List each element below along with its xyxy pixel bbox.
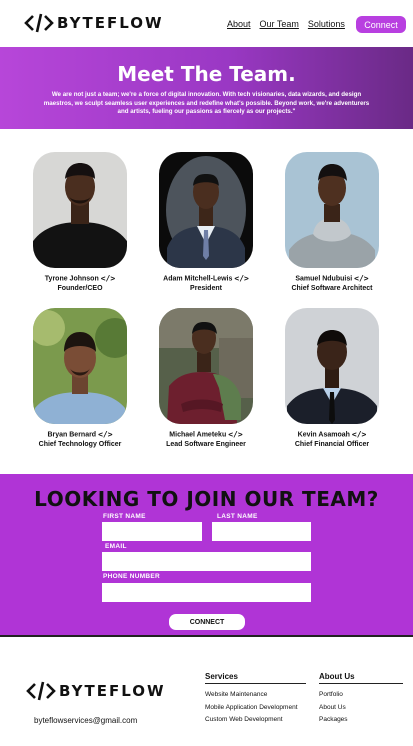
- nav-link-our-team[interactable]: Our Team: [260, 19, 299, 29]
- footer-brand-name: BYTEFLOW: [59, 682, 166, 700]
- divider: [0, 635, 413, 637]
- member-role: Chief Technology Officer: [38, 441, 122, 449]
- last-name-label: LAST NAME: [217, 513, 258, 520]
- first-name-label: FIRST NAME: [103, 513, 146, 520]
- site-header: BYTEFLOW About Our Team Solutions Connec…: [0, 0, 413, 47]
- footer-link-packages[interactable]: Packages: [319, 714, 403, 727]
- email-field[interactable]: [102, 552, 311, 571]
- footer-link-website-maintenance[interactable]: Website Maintenance: [205, 689, 306, 702]
- member-role: President: [190, 285, 222, 293]
- email-label: EMAIL: [105, 543, 127, 550]
- code-brackets-icon: </>: [234, 274, 249, 283]
- team-card: Adam Mitchell-Lewis </> President: [159, 152, 253, 294]
- member-name: Samuel Ndubuisi </>: [295, 274, 369, 283]
- join-title: LOOKING TO JOIN OUR TEAM?: [34, 487, 379, 511]
- nav-link-about[interactable]: About: [227, 19, 251, 29]
- member-role: Chief Financial Officer: [294, 441, 370, 449]
- team-card: Samuel Ndubuisi </> Chief Software Archit…: [285, 152, 379, 294]
- last-name-field[interactable]: [212, 522, 311, 541]
- team-photo: [33, 308, 127, 424]
- code-brackets-icon: </>: [228, 430, 243, 439]
- footer-email[interactable]: byteflowservices@gmail.com: [34, 716, 137, 725]
- team-photo: [159, 308, 253, 424]
- footer-link-custom-web-development[interactable]: Custom Web Development: [205, 714, 306, 727]
- nav-link-solutions[interactable]: Solutions: [308, 19, 345, 29]
- about-heading: About Us: [319, 672, 403, 684]
- join-team-section: LOOKING TO JOIN OUR TEAM? FIRST NAME LAS…: [0, 474, 413, 636]
- footer-logo[interactable]: BYTEFLOW: [26, 680, 166, 702]
- footer-link-portfolio[interactable]: Portfolio: [319, 689, 403, 702]
- brand-logo[interactable]: BYTEFLOW: [24, 12, 164, 34]
- team-card: Michael Ameteku </> Lead Software Enginee…: [159, 308, 253, 450]
- team-photo: [33, 152, 127, 268]
- code-brackets-icon: </>: [100, 274, 116, 283]
- hero-description: We are not just a team; we're a force of…: [43, 91, 370, 115]
- phone-label: PHONE NUMBER: [103, 573, 161, 580]
- services-heading: Services: [205, 672, 306, 684]
- member-role: Lead Software Engineer: [166, 441, 246, 449]
- hero-banner: Meet The Team. We are not just a team; w…: [0, 47, 413, 129]
- member-name: Bryan Bernard </>: [47, 430, 113, 439]
- code-brackets-icon: </>: [98, 430, 113, 439]
- first-name-field[interactable]: [102, 522, 202, 541]
- page-title: Meet The Team.: [117, 62, 296, 86]
- member-role: Chief Software Architect: [291, 285, 373, 293]
- submit-button[interactable]: CONNECT: [169, 614, 245, 630]
- team-photo: [159, 152, 253, 268]
- footer-services: Services Website Maintenance Mobile Appl…: [205, 672, 306, 727]
- member-name: Kevin Asamoah </>: [297, 430, 367, 439]
- brand-name: BYTEFLOW: [57, 14, 164, 32]
- main-nav: About Our Team Solutions: [227, 19, 345, 29]
- team-card: Bryan Bernard </> Chief Technology Office…: [33, 308, 127, 450]
- team-card: Tyrone Johnson </> Founder/CEO: [33, 152, 127, 294]
- member-name: Adam Mitchell-Lewis </>: [163, 274, 249, 283]
- code-brackets-icon: </>: [351, 430, 367, 439]
- code-brackets-icon: </>: [354, 274, 369, 283]
- footer-link-mobile-app-development[interactable]: Mobile Application Development: [205, 702, 306, 715]
- team-photo: [285, 308, 379, 424]
- connect-button[interactable]: Connect: [356, 16, 406, 33]
- code-brackets-icon: [26, 681, 56, 701]
- team-card: Kevin Asamoah </> Chief Financial Officer: [285, 308, 379, 450]
- member-name: Michael Ameteku </>: [169, 430, 243, 439]
- code-brackets-icon: [24, 13, 54, 33]
- footer-about: About Us Portfolio About Us Packages: [319, 672, 403, 727]
- phone-field[interactable]: [102, 583, 311, 602]
- footer-link-about-us[interactable]: About Us: [319, 702, 403, 715]
- member-role: Founder/CEO: [57, 285, 103, 293]
- member-name: Tyrone Johnson </>: [44, 274, 116, 283]
- team-photo: [285, 152, 379, 268]
